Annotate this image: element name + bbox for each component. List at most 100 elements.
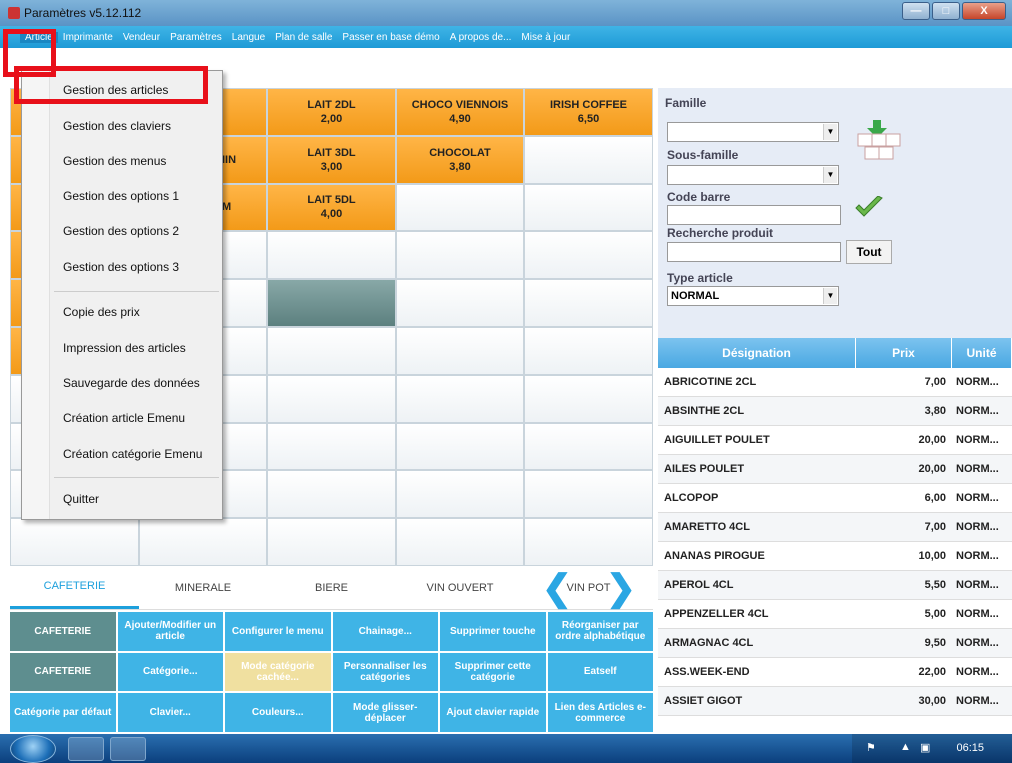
menu-item-gestion-options-2[interactable]: Gestion des options 2 [63, 224, 179, 238]
sort-alphabetical-button[interactable]: Réorganiser par ordre alphabétique [547, 612, 653, 651]
grid-key-lait-3dl[interactable]: LAIT 3DL 3,00 [267, 135, 396, 184]
tab-biere[interactable]: BIERE [267, 566, 396, 609]
menu-langue[interactable]: Langue [227, 32, 270, 43]
famille-select[interactable]: ▼ [667, 122, 839, 142]
col-designation[interactable]: Désignation [658, 338, 856, 368]
grid-key[interactable] [396, 231, 524, 280]
grid-key[interactable] [10, 518, 139, 566]
keyboard-button[interactable]: Clavier... [117, 693, 223, 732]
default-category-button[interactable]: Catégorie par défaut [10, 693, 116, 732]
close-button[interactable]: X [962, 2, 1006, 20]
drag-drop-mode-button[interactable]: Mode glisser-déplacer [332, 693, 438, 732]
table-row[interactable]: ALCOPOP 6,00 NORM... [658, 484, 1012, 513]
tout-button[interactable]: Tout [846, 240, 892, 264]
checkmark-icon[interactable] [854, 196, 884, 220]
sous-famille-select[interactable]: ▼ [667, 165, 839, 185]
table-row[interactable]: ASSIET GIGOT 30,00 NORM... [658, 687, 1012, 716]
menu-item-creation-categorie-emenu[interactable]: Création catégorie Emenu [63, 447, 202, 461]
keyboard-arrow-icon[interactable] [856, 120, 902, 162]
clock[interactable]: 06:15 [956, 742, 984, 754]
grid-key[interactable] [524, 518, 653, 566]
delete-key-button[interactable]: Supprimer touche [440, 612, 546, 651]
grid-key[interactable] [524, 135, 653, 184]
tab-cafeterie[interactable]: CAFETERIE [10, 566, 139, 609]
table-row[interactable]: ASS.WEEK-END 22,00 NORM... [658, 658, 1012, 687]
col-unite[interactable]: Unité [952, 338, 1012, 368]
grid-key-chocolat[interactable]: CHOCOLAT 3,80 [396, 135, 524, 184]
eatself-button[interactable]: Eatself [547, 652, 653, 692]
grid-key[interactable] [267, 374, 396, 423]
tab-vin-ouvert[interactable]: VIN OUVERT [396, 566, 524, 609]
add-edit-article-button[interactable]: Ajouter/Modifier un article [117, 612, 223, 651]
grid-key-choco-viennois[interactable]: CHOCO VIENNOIS 4,90 [396, 88, 524, 136]
table-row[interactable]: ABSINTHE 2CL 3,80 NORM... [658, 397, 1012, 426]
table-row[interactable]: ARMAGNAC 4CL 9,50 NORM... [658, 629, 1012, 658]
menu-item-sauvegarde[interactable]: Sauvegarde des données [63, 376, 200, 390]
col-prix[interactable]: Prix [856, 338, 952, 368]
grid-key[interactable] [396, 518, 524, 566]
hidden-category-mode-button[interactable]: Mode catégorie cachée... [225, 652, 331, 692]
menu-item-copie-prix[interactable]: Copie des prix [63, 305, 140, 319]
table-row[interactable]: ANANAS PIROGUE 10,00 NORM... [658, 542, 1012, 571]
menu-item-impression-articles[interactable]: Impression des articles [63, 341, 186, 355]
grid-key-lait-2dl[interactable]: LAIT 2DL 2,00 [267, 88, 396, 136]
grid-key[interactable] [267, 518, 396, 566]
menu-vendeur[interactable]: Vendeur [118, 32, 165, 43]
table-row[interactable]: AIGUILLET POULET 20,00 NORM... [658, 426, 1012, 455]
grid-key[interactable] [396, 326, 524, 375]
grid-key[interactable] [524, 231, 653, 280]
table-row[interactable]: ABRICOTINE 2CL 7,00 NORM... [658, 368, 1012, 397]
table-row[interactable]: AILES POULET 20,00 NORM... [658, 455, 1012, 484]
network-icon[interactable]: ▣ [920, 741, 930, 754]
start-button[interactable] [10, 735, 56, 763]
grid-key[interactable] [524, 326, 653, 375]
configure-menu-button[interactable]: Configurer le menu [225, 612, 331, 651]
menu-item-gestion-options-3[interactable]: Gestion des options 3 [63, 260, 179, 274]
cafeterie-button[interactable]: CAFETERIE [10, 612, 116, 651]
recherche-input[interactable] [667, 242, 841, 262]
menu-item-quitter[interactable]: Quitter [63, 492, 99, 506]
menu-base-demo[interactable]: Passer en base démo [337, 32, 444, 43]
grid-key[interactable] [524, 279, 653, 327]
menu-mise-a-jour[interactable]: Mise à jour [516, 32, 575, 43]
quick-keyboard-button[interactable]: Ajout clavier rapide [440, 693, 546, 732]
grid-key[interactable] [524, 470, 653, 519]
grid-key[interactable] [267, 470, 396, 519]
ecommerce-link-button[interactable]: Lien des Articles e-commerce [547, 693, 653, 732]
grid-key-irish-coffee[interactable]: IRISH COFFEE 6,50 [524, 88, 653, 136]
delete-category-button[interactable]: Supprimer cette catégorie [440, 652, 546, 692]
table-row[interactable]: APEROL 4CL 5,50 NORM... [658, 571, 1012, 600]
grid-key[interactable] [139, 518, 267, 566]
grid-key[interactable] [524, 422, 653, 471]
grid-key[interactable] [267, 326, 396, 375]
menu-imprimante[interactable]: Imprimante [58, 32, 118, 43]
grid-key[interactable] [396, 422, 524, 471]
table-row[interactable]: APPENZELLER 4CL 5,00 NORM... [658, 600, 1012, 629]
type-article-select[interactable]: NORMAL ▼ [667, 286, 839, 306]
grid-key[interactable] [267, 422, 396, 471]
grid-key[interactable] [396, 470, 524, 519]
grid-key[interactable] [524, 183, 653, 232]
app-icon[interactable] [110, 737, 146, 761]
menu-item-creation-article-emenu[interactable]: Création article Emenu [63, 411, 185, 425]
grid-key[interactable] [396, 279, 524, 327]
chevron-up-icon[interactable]: ▲ [900, 741, 911, 753]
chevron-left-icon[interactable]: ❮ [525, 566, 589, 610]
cafeterie-button[interactable]: CAFETERIE [10, 652, 116, 692]
chevron-right-icon[interactable]: ❯ [589, 566, 653, 610]
menu-item-gestion-claviers[interactable]: Gestion des claviers [63, 119, 171, 133]
grid-key[interactable] [524, 374, 653, 423]
maximize-button[interactable]: □ [932, 2, 960, 20]
tab-minerale[interactable]: MINERALE [139, 566, 267, 609]
flag-icon[interactable]: ⚑ [866, 741, 876, 754]
customize-categories-button[interactable]: Personnaliser les catégories [332, 652, 438, 692]
chainage-button[interactable]: Chainage... [332, 612, 438, 651]
grid-key-lait-5dl[interactable]: LAIT 5DL 4,00 [267, 183, 396, 232]
menu-plan-de-salle[interactable]: Plan de salle [270, 32, 337, 43]
app-icon[interactable] [68, 737, 104, 761]
menu-a-propos[interactable]: A propos de... [445, 32, 517, 43]
table-row[interactable]: AMARETTO 4CL 7,00 NORM... [658, 513, 1012, 542]
menu-item-gestion-options-1[interactable]: Gestion des options 1 [63, 189, 179, 203]
category-button[interactable]: Catégorie... [117, 652, 223, 692]
grid-key[interactable] [267, 231, 396, 280]
